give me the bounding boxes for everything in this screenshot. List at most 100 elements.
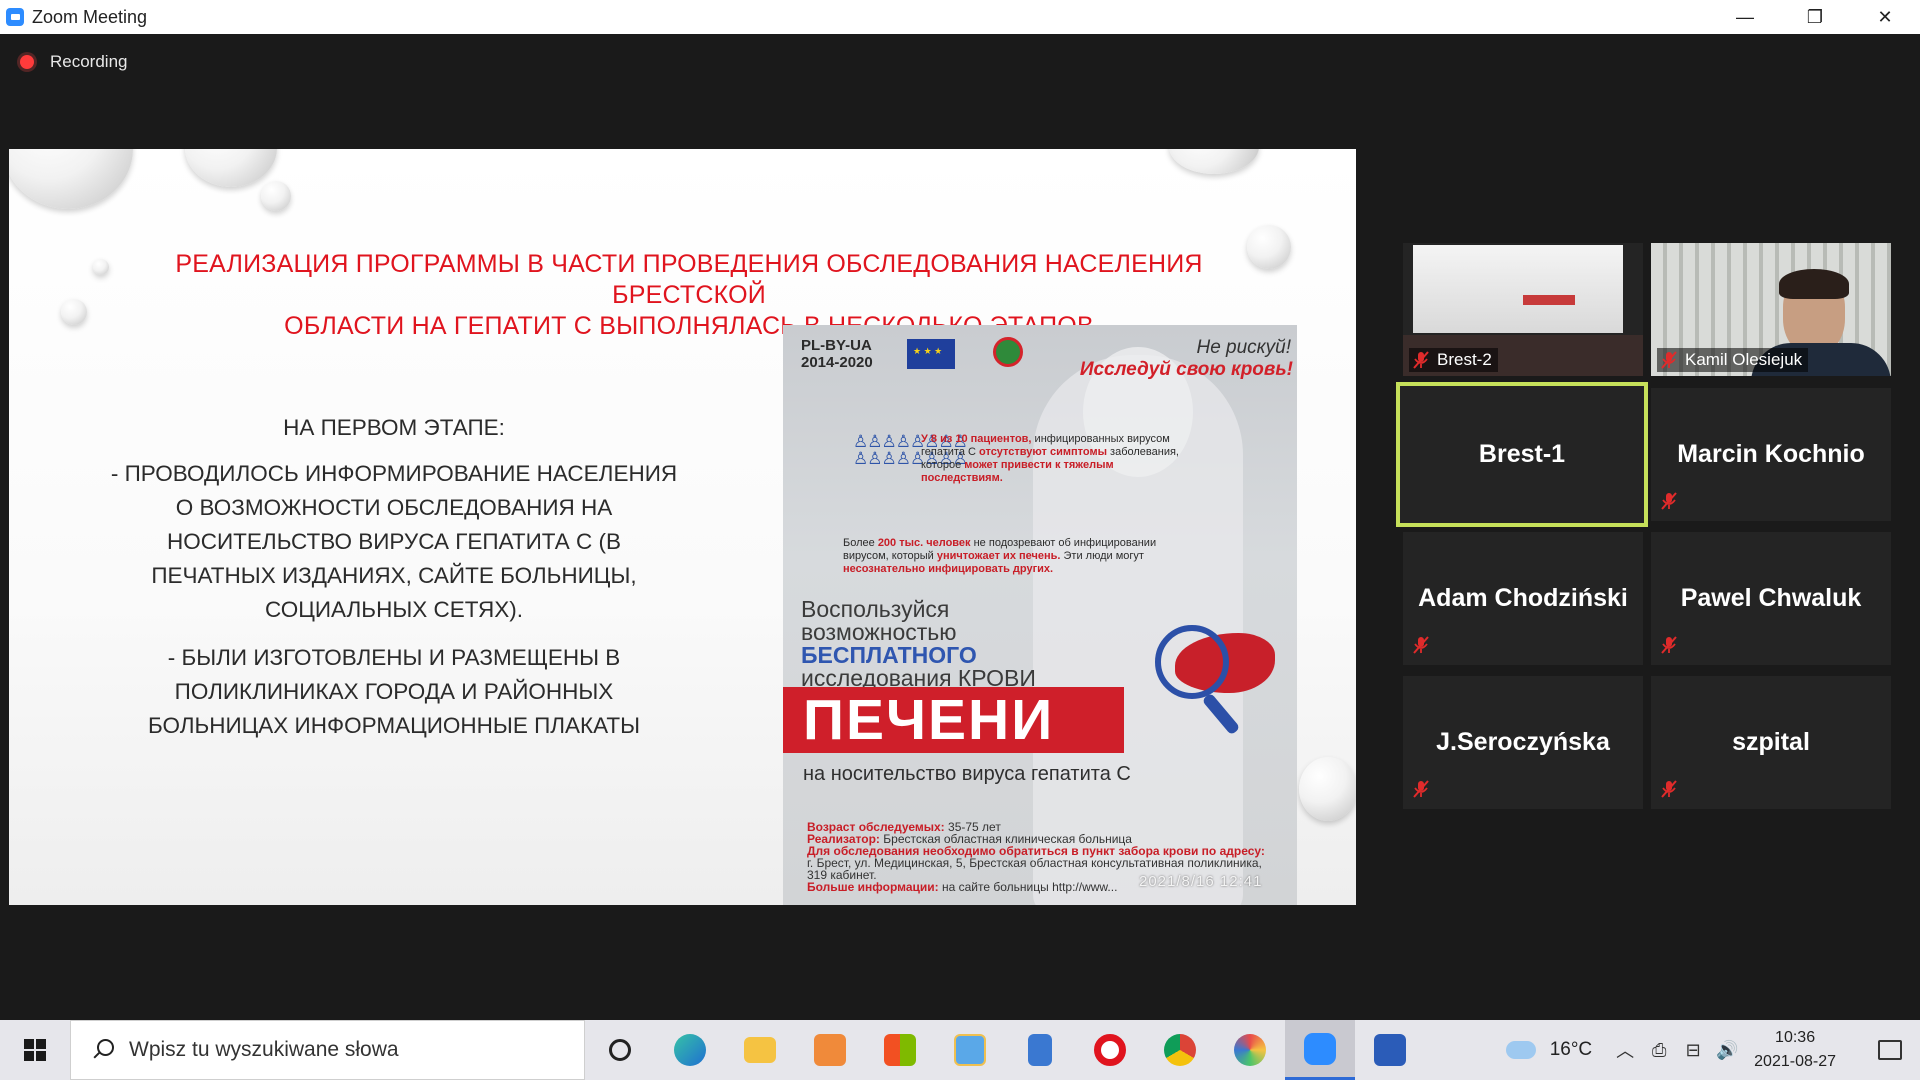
slide-title-line1: РЕАЛИЗАЦИЯ ПРОГРАММЫ В ЧАСТИ ПРОВЕДЕНИЯ … <box>175 250 1203 309</box>
participant-tile-marcin-kochnio[interactable]: Marcin Kochnio <box>1651 388 1891 521</box>
media-player-button[interactable] <box>795 1020 865 1080</box>
volume-icon[interactable]: 🔊 <box>1714 1037 1740 1063</box>
close-button[interactable]: ✕ <box>1850 0 1920 34</box>
chevron-up-icon[interactable]: ︿ <box>1612 1037 1638 1063</box>
mic-muted-icon <box>1413 780 1429 798</box>
water-drop <box>93 259 109 275</box>
participant-name: Kamil Olesiejuk <box>1685 350 1803 369</box>
system-tray: 16°C ︿ ⎙ ⊟ 🔊 10:36 2021-08-27 <box>1500 1020 1920 1080</box>
search-placeholder: Wpisz tu wyszukiwane słowa <box>129 1038 399 1061</box>
zoom-taskbar-button[interactable] <box>1285 1020 1355 1080</box>
mic-muted-icon <box>1413 351 1429 369</box>
poster-slogan-2: Исследуй свою кровь! <box>1079 359 1293 380</box>
poster-brand: PL-BY-UA 2014-2020 <box>801 337 873 371</box>
minimize-button[interactable]: — <box>1710 0 1780 34</box>
shared-screen[interactable]: РЕАЛИЗАЦИЯ ПРОГРАММЫ В ЧАСТИ ПРОВЕДЕНИЯ … <box>9 149 1356 905</box>
taskbar-clock[interactable]: 10:36 2021-08-27 <box>1754 1026 1836 1074</box>
mic-muted-icon <box>1661 351 1677 369</box>
taskbar-search-box[interactable]: Wpisz tu wyszukiwane słowa <box>70 1020 585 1080</box>
recording-indicator[interactable]: Recording <box>20 52 128 72</box>
opera-button[interactable] <box>1075 1020 1145 1080</box>
store-button[interactable] <box>865 1020 935 1080</box>
windows-logo-icon <box>24 1039 46 1061</box>
paint-button[interactable] <box>1215 1020 1285 1080</box>
mic-muted-icon <box>1661 780 1677 798</box>
slide-bullet-1: - ПРОВОДИЛОСЬ ИНФОРМИРОВАНИЕ НАСЕЛЕНИЯ О… <box>110 461 678 622</box>
poster-call-to-action: Воспользуйся возможностью БЕСПЛАТНОГО ис… <box>801 596 1036 691</box>
participant-name: szpital <box>1732 728 1810 756</box>
file-explorer-button[interactable] <box>725 1020 795 1080</box>
folder-icon <box>744 1037 776 1063</box>
water-drop <box>185 149 277 187</box>
participant-name: Marcin Kochnio <box>1677 440 1865 468</box>
participant-tile-szpital[interactable]: szpital <box>1651 676 1891 809</box>
photos-button[interactable] <box>935 1020 1005 1080</box>
stage-heading: НА ПЕРВОМ ЭТАПЕ: <box>283 415 505 440</box>
start-button[interactable] <box>0 1020 70 1080</box>
opera-icon <box>1094 1034 1126 1066</box>
meet-now-icon[interactable]: ⎙ <box>1646 1037 1672 1063</box>
weather-temp[interactable]: 16°C <box>1550 1039 1592 1061</box>
participant-tile-adam-chodzinski[interactable]: Adam Chodziński <box>1403 532 1643 665</box>
taskbar-pinned-apps <box>585 1020 1425 1080</box>
task-view-button[interactable] <box>585 1020 655 1080</box>
poster-stat-1: У 8 из 10 пациентов, инфицированных виру… <box>921 433 1179 484</box>
task-view-icon <box>609 1039 631 1061</box>
recording-dot-icon <box>20 55 34 69</box>
recording-label: Recording <box>50 52 128 71</box>
poster-stat-2: Более 200 тыс. человек не подозревают об… <box>843 537 1157 575</box>
magnifier-handle <box>1201 692 1241 736</box>
participant-name: Brest-1 <box>1478 440 1566 468</box>
clock-date: 2021-08-27 <box>1754 1053 1836 1070</box>
magnifier-icon <box>1155 625 1229 699</box>
poster-slogan-1: Не рискуй! <box>1196 337 1291 358</box>
poster-image: PL-BY-UA 2014-2020 Не рискуй! Исследуй с… <box>783 325 1297 905</box>
clock-time: 10:36 <box>1775 1029 1816 1046</box>
edge-button[interactable] <box>655 1020 725 1080</box>
participant-label: Kamil Olesiejuk <box>1657 348 1809 372</box>
water-drop <box>1169 149 1259 174</box>
network-icon[interactable]: ⊟ <box>1680 1037 1706 1063</box>
participant-tile-brest-1[interactable]: Brest-1 <box>1396 382 1648 527</box>
action-center-button[interactable] <box>1860 1020 1920 1080</box>
participant-name: Pawel Chwaluk <box>1680 584 1862 612</box>
window-controls: — ❐ ✕ <box>1710 0 1920 34</box>
restore-button[interactable]: ❐ <box>1780 0 1850 34</box>
chrome-button[interactable] <box>1145 1020 1215 1080</box>
paint-icon <box>1234 1034 1266 1066</box>
calculator-icon <box>1028 1034 1052 1066</box>
water-drop <box>1299 757 1356 821</box>
eu-flag-icon <box>907 339 955 369</box>
edge-icon <box>674 1034 706 1066</box>
meeting-area: Recording РЕАЛИЗАЦИЯ ПРОГРАММЫ В ЧАСТИ П… <box>0 34 1920 1020</box>
participant-tile-j-seroczynska[interactable]: J.Seroczyńska <box>1403 676 1643 809</box>
participant-tile-kamil-olesiejuk[interactable]: Kamil Olesiejuk <box>1651 243 1891 376</box>
water-drop <box>261 181 291 211</box>
mic-muted-icon <box>1413 636 1429 654</box>
weather-cloud-icon[interactable] <box>1504 1037 1538 1063</box>
water-drop <box>61 299 87 325</box>
participant-tile-pawel-chwaluk[interactable]: Pawel Chwaluk <box>1651 532 1891 665</box>
water-drop <box>9 149 133 209</box>
word-icon <box>1374 1034 1406 1066</box>
poster-banner: ПЕЧЕНИ <box>783 687 1124 753</box>
poster-carrier-text: на носительство вируса гепатита С <box>803 763 1131 785</box>
zoom-app-icon <box>6 8 24 26</box>
participant-name: Brest-2 <box>1437 350 1492 369</box>
title-bar: Zoom Meeting — ❐ ✕ <box>0 0 1920 34</box>
calculator-button[interactable] <box>1005 1020 1075 1080</box>
notification-icon <box>1878 1040 1902 1060</box>
word-button[interactable] <box>1355 1020 1425 1080</box>
participant-tile-brest-2[interactable]: Brest-2 <box>1403 243 1643 376</box>
liver-magnifier-icon <box>1155 625 1285 745</box>
participant-label: Brest-2 <box>1409 348 1498 372</box>
window-title: Zoom Meeting <box>32 6 148 27</box>
photo-timestamp: 2021/8/16 12:41 <box>1139 873 1263 890</box>
participant-name: Adam Chodziński <box>1418 584 1628 612</box>
slide-body: НА ПЕРВОМ ЭТАПЕ: - ПРОВОДИЛОСЬ ИНФОРМИРО… <box>109 411 679 757</box>
video-feed <box>1413 245 1623 333</box>
participant-name: J.Seroczyńska <box>1436 728 1610 756</box>
zoom-icon <box>1304 1032 1336 1065</box>
mic-muted-icon <box>1661 636 1677 654</box>
media-player-icon <box>814 1034 846 1066</box>
